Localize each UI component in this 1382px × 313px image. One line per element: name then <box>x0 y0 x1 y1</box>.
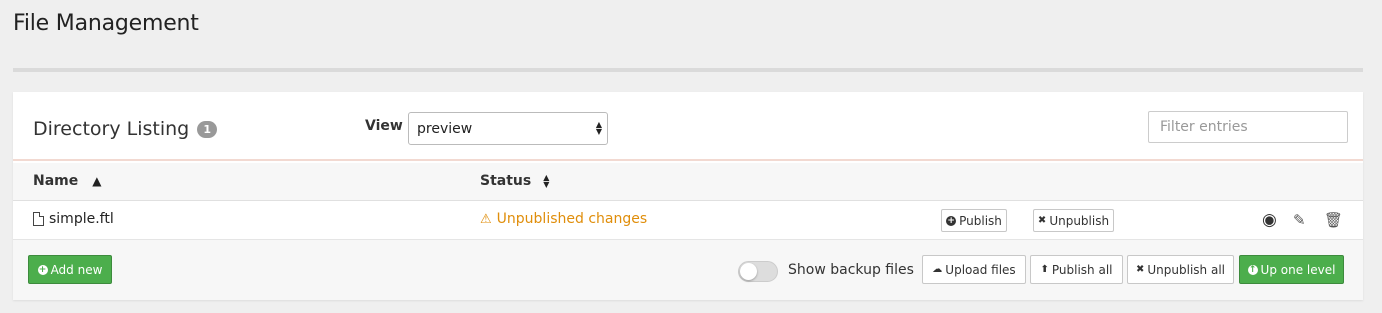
unpublish-all-label: Unpublish all <box>1147 262 1225 277</box>
close-icon: ✖ <box>1136 264 1145 275</box>
publish-label: Publish <box>959 213 1002 228</box>
column-header-name[interactable]: Name ▲ <box>33 173 101 189</box>
column-header-status[interactable]: Status ▲ ▼ <box>480 173 549 189</box>
directory-title-label: Directory Listing <box>33 118 190 140</box>
cloud-upload-icon: ☁ <box>932 264 943 275</box>
select-arrows-icon: ▲ ▼ <box>595 120 602 136</box>
panel-header: Directory Listing 1 View preview ▲ ▼ <box>13 92 1363 161</box>
view-label: View <box>365 118 403 134</box>
directory-title: Directory Listing 1 <box>33 118 218 140</box>
filter-input[interactable] <box>1148 111 1348 143</box>
close-icon: ✖ <box>1037 215 1047 226</box>
column-status-label: Status <box>480 173 532 189</box>
sort-icon: ▲ ▼ <box>543 173 550 189</box>
eye-icon[interactable]: ◉ <box>1262 210 1277 230</box>
status-text: ⚠ Unpublished changes <box>480 211 647 227</box>
table-header: Name ▲ Status ▲ ▼ <box>13 163 1363 201</box>
sort-asc-icon: ▲ <box>92 174 102 188</box>
plus-circle-icon: + <box>37 264 48 275</box>
plus-circle-icon: + <box>946 215 957 226</box>
table-row: simple.ftl ⚠ Unpublished changes + Publi… <box>13 201 1363 240</box>
upload-files-label: Upload files <box>945 262 1016 277</box>
publish-all-button[interactable]: ⬆ Publish all <box>1030 255 1123 284</box>
up-one-level-label: Up one level <box>1260 262 1336 277</box>
add-new-button[interactable]: + Add new <box>28 255 112 284</box>
directory-panel: Directory Listing 1 View preview ▲▼ Name… <box>13 92 1363 300</box>
unpublish-label: Unpublish <box>1049 213 1110 228</box>
upload-files-button[interactable]: ☁ Upload files <box>922 255 1026 284</box>
file-icon <box>33 212 44 226</box>
unpublish-all-button[interactable]: ✖ Unpublish all <box>1127 255 1234 284</box>
count-badge: 1 <box>197 120 218 138</box>
arrow-up-circle-icon: ↑ <box>1247 264 1258 275</box>
table-footer: + Add new Show backup files ☁ Upload fil… <box>13 240 1363 300</box>
show-backup-toggle[interactable] <box>738 261 778 282</box>
add-new-label: Add new <box>50 262 103 277</box>
status-label: Unpublished changes <box>496 211 648 227</box>
title-divider <box>13 68 1363 72</box>
toggle-knob <box>740 263 757 280</box>
edit-icon[interactable]: ✎ <box>1293 211 1306 229</box>
file-name[interactable]: simple.ftl <box>33 211 114 227</box>
file-name-label: simple.ftl <box>49 211 114 227</box>
publish-all-label: Publish all <box>1051 262 1113 277</box>
column-name-label: Name <box>33 173 79 189</box>
publish-button[interactable]: + Publish <box>941 209 1007 232</box>
trash-icon[interactable]: 🗑 <box>1324 211 1343 229</box>
view-select-value: preview <box>417 121 473 137</box>
up-one-level-button[interactable]: ↑ Up one level <box>1239 255 1344 284</box>
warning-icon: ⚠ <box>480 211 492 227</box>
unpublish-button[interactable]: ✖ Unpublish <box>1033 209 1114 232</box>
page-title: File Management <box>13 11 199 36</box>
view-select[interactable]: preview ▲ ▼ <box>408 112 608 145</box>
show-backup-label: Show backup files <box>788 262 914 278</box>
upload-icon: ⬆ <box>1040 264 1049 275</box>
